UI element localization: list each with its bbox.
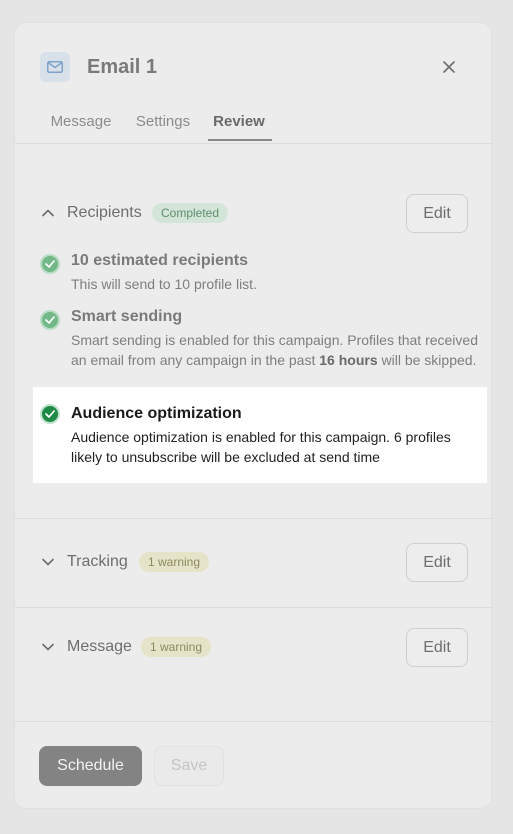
- chevron-down-icon[interactable]: [41, 555, 55, 569]
- campaign-panel: Email 1 Message Settings Review Recipien…: [14, 22, 492, 809]
- recipients-edit-button[interactable]: Edit: [406, 194, 468, 233]
- divider: [15, 607, 491, 608]
- item-description: Smart sending is enabled for this campai…: [71, 332, 478, 368]
- check-icon: [40, 254, 60, 274]
- check-icon: [40, 404, 60, 424]
- divider: [15, 721, 491, 722]
- close-icon[interactable]: [439, 57, 459, 77]
- chevron-up-icon[interactable]: [41, 206, 55, 220]
- active-tab-indicator: [208, 139, 272, 141]
- item-description: This will send to 10 profile list.: [71, 276, 257, 292]
- status-badge: Completed: [152, 203, 229, 223]
- item-title: Smart sending: [71, 308, 183, 325]
- item-description: Audience optimization is enabled for thi…: [71, 429, 451, 465]
- chevron-down-icon[interactable]: [41, 640, 55, 654]
- divider: [15, 518, 491, 519]
- schedule-button[interactable]: Schedule: [39, 746, 142, 786]
- check-icon: [40, 310, 60, 330]
- tracking-edit-button[interactable]: Edit: [406, 543, 468, 582]
- panel-header: Email 1: [15, 23, 491, 113]
- highlighted-item: Audience optimization Audience optimizat…: [33, 387, 487, 483]
- envelope-icon: [40, 52, 70, 82]
- section-title: Recipients: [67, 204, 142, 221]
- section-title: Tracking: [67, 553, 128, 570]
- page-title: Email 1: [87, 56, 158, 78]
- message-edit-button[interactable]: Edit: [406, 628, 468, 667]
- recipients-section-header[interactable]: Recipients Completed Edit: [15, 194, 491, 234]
- save-button[interactable]: Save: [154, 746, 224, 786]
- item-title: 10 estimated recipients: [71, 252, 248, 269]
- warning-badge: 1 warning: [141, 637, 212, 657]
- tab-message[interactable]: Message: [51, 113, 112, 144]
- item-title: Audience optimization: [71, 405, 242, 422]
- tracking-section-header[interactable]: Tracking 1 warning Edit: [15, 543, 491, 583]
- section-title: Message: [67, 638, 132, 655]
- tab-settings[interactable]: Settings: [135, 113, 191, 144]
- warning-badge: 1 warning: [139, 552, 210, 572]
- message-section-header[interactable]: Message 1 warning Edit: [15, 628, 491, 668]
